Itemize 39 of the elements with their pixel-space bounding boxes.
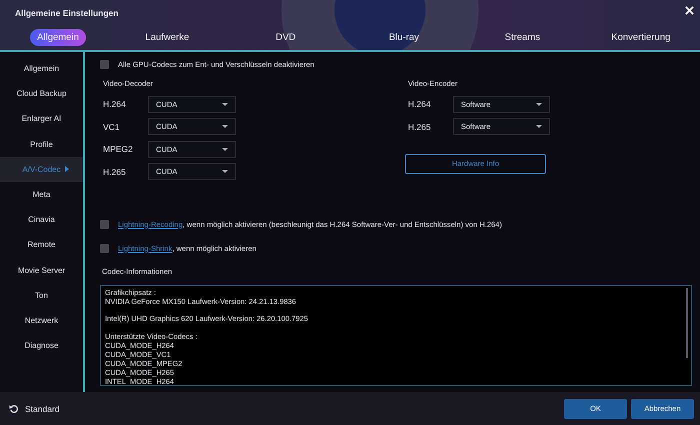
dropdown-caret-icon <box>222 125 228 128</box>
tab[interactable]: Blu-ray <box>344 32 464 43</box>
dropdown-caret-icon <box>222 102 228 106</box>
sidebar-item[interactable]: Ton <box>0 282 83 308</box>
caret-icon <box>65 166 69 172</box>
codec-label: VC1 <box>102 122 121 132</box>
scrollbar[interactable] <box>686 288 688 358</box>
sidebar-item[interactable]: A/V-Codec <box>0 156 83 182</box>
dropdown-caret-icon <box>536 125 542 128</box>
sidebar-item[interactable]: Meta <box>0 182 83 208</box>
close-icon[interactable] <box>685 6 694 15</box>
tab[interactable]: DVD <box>226 32 345 43</box>
dropdown-caret-icon <box>536 102 542 106</box>
checkbox[interactable] <box>100 220 109 229</box>
sidebar-item[interactable]: Profile <box>0 132 83 157</box>
checkbox[interactable] <box>100 244 109 253</box>
sidebar-item[interactable]: Cloud Backup <box>0 81 83 106</box>
reset-button[interactable]: Standard <box>9 404 60 414</box>
sidebar-item[interactable]: Cinavia <box>0 207 83 232</box>
dropdown-caret-icon <box>222 148 228 151</box>
dropdown-caret-icon <box>222 170 228 174</box>
sidebar-item[interactable]: Diagnose <box>0 333 83 358</box>
sidebar-item[interactable]: Allgemein <box>0 56 83 82</box>
tab[interactable]: Allgemein <box>30 29 86 46</box>
tab[interactable]: Laufwerke <box>108 32 226 43</box>
sidebar-item[interactable]: Remote <box>0 232 83 258</box>
sidebar-item[interactable]: Movie Server <box>0 258 83 283</box>
checkbox[interactable] <box>100 60 109 69</box>
codec-label: H.265 <box>407 122 432 132</box>
tab[interactable]: Streams <box>463 32 582 43</box>
sidebar-item[interactable]: Netzwerk <box>0 308 83 334</box>
codec-label: H.264 <box>102 99 127 110</box>
codec-label: H.265 <box>102 166 127 177</box>
tab[interactable]: Konvertierung <box>582 32 700 43</box>
sidebar-item[interactable]: Enlarger AI <box>0 106 83 132</box>
reset-icon <box>9 404 19 414</box>
window-title: Allgemeine Einstellungen <box>15 8 118 18</box>
codec-label: H.264 <box>407 99 432 110</box>
codec-label: MPEG2 <box>102 144 134 154</box>
